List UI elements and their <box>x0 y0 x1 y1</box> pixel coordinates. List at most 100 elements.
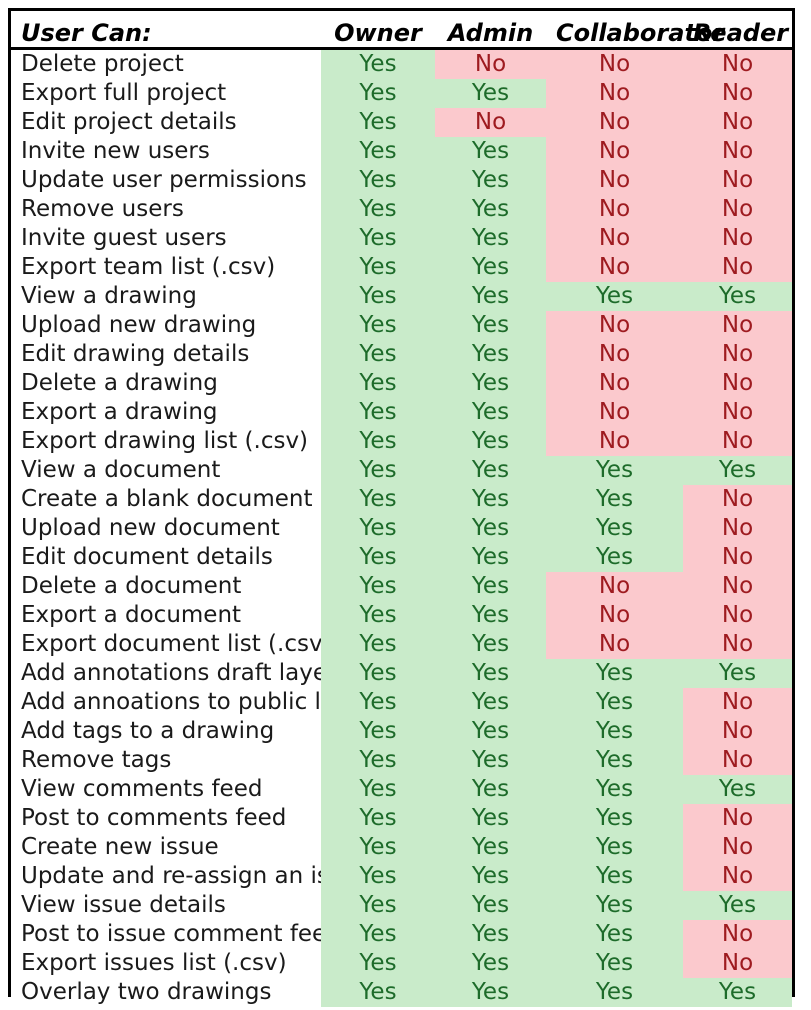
permission-cell-reader: No <box>683 195 792 224</box>
permission-cell-owner: Yes <box>321 485 435 514</box>
table-row: View a document Yes Yes Yes Yes <box>11 456 792 485</box>
permission-cell-collaborator: No <box>546 398 683 427</box>
permission-cell-admin: Yes <box>435 137 546 166</box>
row-action-label: View a document <box>11 456 321 485</box>
permission-cell-collaborator: No <box>546 427 683 456</box>
row-action-label: Remove users <box>11 195 321 224</box>
row-action-label: Delete project <box>11 48 321 79</box>
permission-cell-reader: No <box>683 48 792 79</box>
permission-cell-collaborator: Yes <box>546 862 683 891</box>
permission-cell-collaborator: Yes <box>546 514 683 543</box>
permission-cell-collaborator: Yes <box>546 775 683 804</box>
permission-cell-owner: Yes <box>321 833 435 862</box>
permission-cell-owner: Yes <box>321 108 435 137</box>
permission-cell-collaborator: Yes <box>546 746 683 775</box>
permission-cell-reader: No <box>683 514 792 543</box>
permission-cell-admin: Yes <box>435 282 546 311</box>
permission-cell-collaborator: No <box>546 137 683 166</box>
permission-cell-admin: Yes <box>435 804 546 833</box>
permission-cell-reader: No <box>683 688 792 717</box>
permission-cell-collaborator: No <box>546 48 683 79</box>
permission-cell-admin: Yes <box>435 862 546 891</box>
row-action-label: View a drawing <box>11 282 321 311</box>
permission-cell-collaborator: Yes <box>546 949 683 978</box>
permission-cell-reader: No <box>683 833 792 862</box>
permission-cell-collaborator: No <box>546 572 683 601</box>
row-action-label: Export team list (.csv) <box>11 253 321 282</box>
column-header-reader: Reader <box>683 11 792 50</box>
permission-cell-reader: No <box>683 543 792 572</box>
permissions-table-container: User Can: Owner Admin Collaborator Reade… <box>8 8 795 1007</box>
row-action-label: View issue details <box>11 891 321 920</box>
permission-cell-owner: Yes <box>321 369 435 398</box>
permission-cell-reader: No <box>683 340 792 369</box>
table-row: Upload new document Yes Yes Yes No <box>11 514 792 543</box>
permission-cell-owner: Yes <box>321 601 435 630</box>
permission-cell-collaborator: Yes <box>546 688 683 717</box>
column-header-action: User Can: <box>11 11 321 50</box>
row-action-label: Export full project <box>11 79 321 108</box>
permission-cell-collaborator: Yes <box>546 833 683 862</box>
permission-cell-admin: Yes <box>435 775 546 804</box>
permission-cell-owner: Yes <box>321 398 435 427</box>
row-action-label: Update and re-assign an issue <box>11 862 321 891</box>
table-row: Export a drawing Yes Yes No No <box>11 398 792 427</box>
row-action-label: Edit drawing details <box>11 340 321 369</box>
permission-cell-reader: No <box>683 108 792 137</box>
row-action-label: Upload new drawing <box>11 311 321 340</box>
table-row: Post to comments feed Yes Yes Yes No <box>11 804 792 833</box>
column-header-admin: Admin <box>435 11 546 50</box>
row-action-label: Add tags to a drawing <box>11 717 321 746</box>
table-row: Update user permissions Yes Yes No No <box>11 166 792 195</box>
permission-cell-collaborator: No <box>546 630 683 659</box>
permission-cell-reader: No <box>683 398 792 427</box>
table-row: Delete project Yes No No No <box>11 48 792 79</box>
permission-cell-admin: No <box>435 108 546 137</box>
row-action-label: Delete a document <box>11 572 321 601</box>
permission-cell-owner: Yes <box>321 195 435 224</box>
permission-cell-collaborator: No <box>546 311 683 340</box>
permission-cell-owner: Yes <box>321 282 435 311</box>
permission-cell-admin: Yes <box>435 166 546 195</box>
permission-cell-owner: Yes <box>321 949 435 978</box>
permission-cell-admin: Yes <box>435 601 546 630</box>
permission-cell-reader: No <box>683 804 792 833</box>
row-action-label: Invite guest users <box>11 224 321 253</box>
permission-cell-owner: Yes <box>321 659 435 688</box>
row-action-label: Export drawing list (.csv) <box>11 427 321 456</box>
permission-cell-admin: Yes <box>435 630 546 659</box>
permission-cell-reader: No <box>683 79 792 108</box>
permission-cell-owner: Yes <box>321 804 435 833</box>
table-row: View a drawing Yes Yes Yes Yes <box>11 282 792 311</box>
table-row: Add annoations to public layerYesYesYesN… <box>11 688 792 717</box>
permission-cell-collaborator: Yes <box>546 978 683 1007</box>
permission-cell-owner: Yes <box>321 543 435 572</box>
permission-cell-collaborator: No <box>546 166 683 195</box>
permission-cell-reader: Yes <box>683 659 792 688</box>
row-action-label: Export a drawing <box>11 398 321 427</box>
permission-cell-admin: Yes <box>435 253 546 282</box>
column-header-owner: Owner <box>321 11 435 50</box>
permission-cell-admin: Yes <box>435 659 546 688</box>
permission-cell-owner: Yes <box>321 514 435 543</box>
permission-cell-owner: Yes <box>321 920 435 949</box>
permission-cell-reader: No <box>683 601 792 630</box>
table-row: Add annotations draft layer Yes Yes Yes Yes <box>11 659 792 688</box>
permission-cell-owner: Yes <box>321 572 435 601</box>
table-row: Remove users Yes Yes No No <box>11 195 792 224</box>
table-row: Create new issue Yes Yes Yes No <box>11 833 792 862</box>
permission-cell-admin: Yes <box>435 891 546 920</box>
permission-cell-reader: Yes <box>683 282 792 311</box>
permission-cell-owner: Yes <box>321 746 435 775</box>
table-row: Export issues list (.csv) Yes Yes Yes No <box>11 949 792 978</box>
permission-cell-reader: No <box>683 746 792 775</box>
table-row: Post to issue comment feed. Yes Yes Yes No <box>11 920 792 949</box>
permission-cell-reader: No <box>683 717 792 746</box>
permission-cell-reader: No <box>683 949 792 978</box>
permission-cell-collaborator: Yes <box>546 485 683 514</box>
permission-cell-reader: No <box>683 630 792 659</box>
permission-cell-owner: Yes <box>321 862 435 891</box>
table-row: Export full project Yes Yes No No <box>11 79 792 108</box>
header-row: User Can: Owner Admin Collaborator Reade… <box>11 11 792 50</box>
permission-cell-admin: Yes <box>435 485 546 514</box>
